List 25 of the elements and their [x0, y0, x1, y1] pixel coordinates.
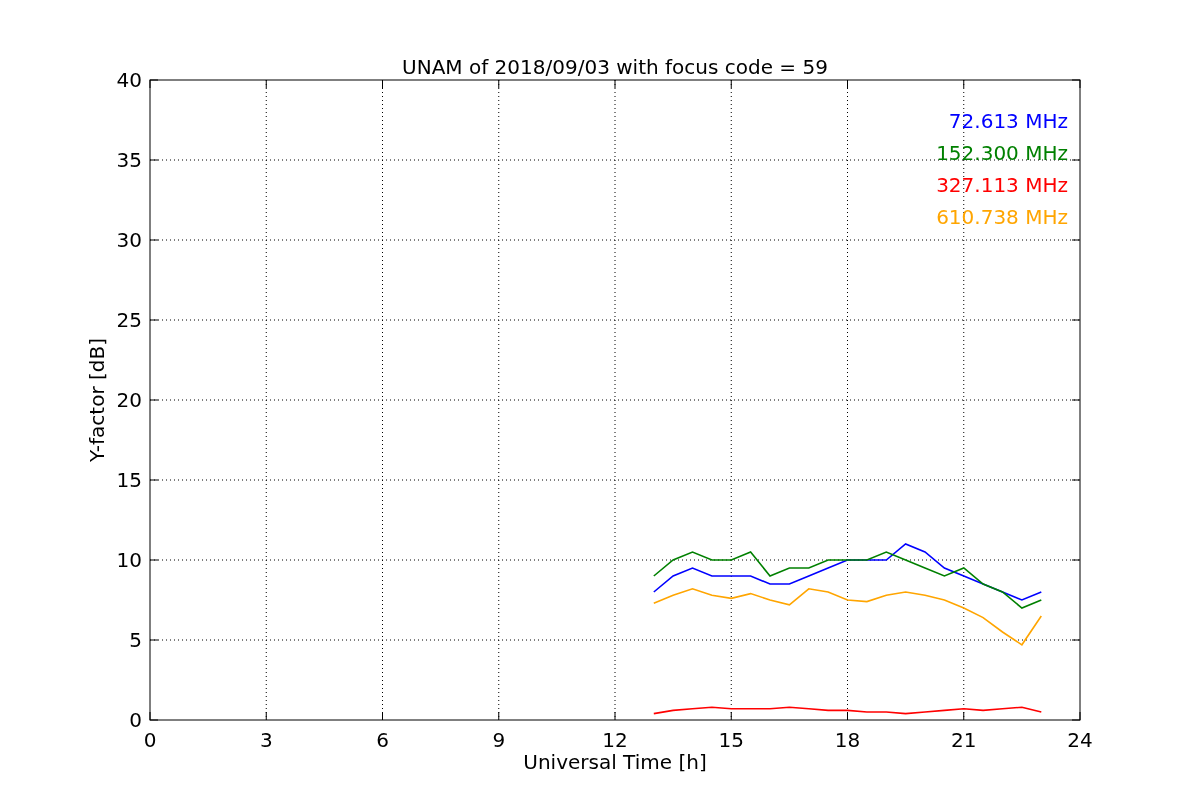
legend-label: 72.613 MHz	[948, 109, 1068, 133]
y-tick-label: 30	[116, 228, 142, 252]
y-axis-label: Y-factor [dB]	[85, 338, 109, 462]
legend-label: 610.738 MHz	[936, 205, 1068, 229]
x-tick-label: 12	[602, 728, 628, 752]
chart-title: UNAM of 2018/09/03 with focus code = 59	[402, 55, 828, 79]
x-tick-label: 18	[834, 728, 861, 752]
y-tick-label: 15	[116, 468, 142, 492]
x-tick-label: 3	[259, 728, 273, 752]
x-tick-label: 9	[492, 728, 506, 752]
y-tick-label: 40	[116, 68, 142, 92]
x-tick-label: 21	[951, 728, 977, 752]
legend-label: 327.113 MHz	[936, 173, 1068, 197]
y-tick-label: 10	[116, 548, 142, 572]
y-tick-label: 20	[116, 388, 142, 412]
x-tick-label: 0	[143, 728, 157, 752]
x-tick-label: 24	[1067, 728, 1093, 752]
x-tick-label: 15	[718, 728, 744, 752]
y-tick-label: 5	[129, 628, 142, 652]
legend-label: 152.300 MHz	[936, 141, 1068, 165]
y-tick-label: 35	[116, 148, 142, 172]
x-axis-label: Universal Time [h]	[523, 750, 707, 774]
y-tick-label: 25	[116, 308, 142, 332]
y-tick-label: 0	[129, 708, 142, 732]
x-tick-label: 6	[376, 728, 389, 752]
